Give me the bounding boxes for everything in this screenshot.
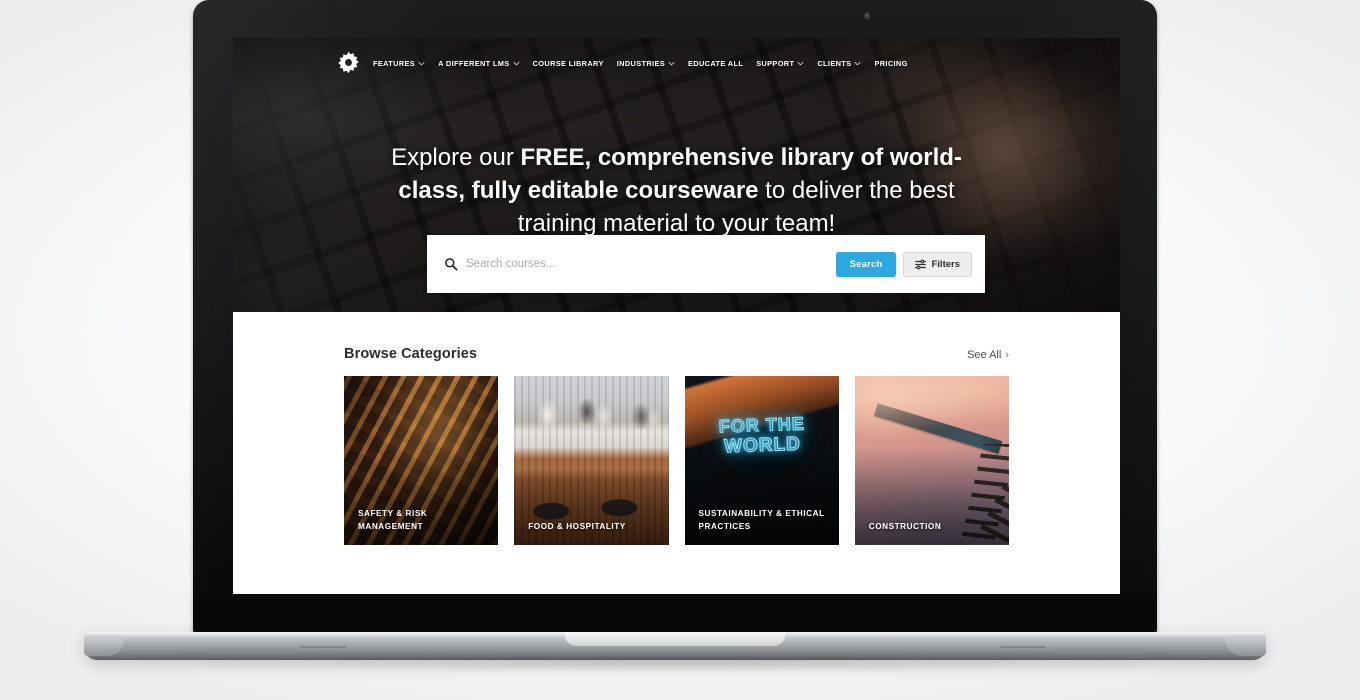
hero-headline: Explore our FREE, comprehensive library … [233, 141, 1120, 240]
category-card-food-hospitality[interactable]: FOOD & HOSPITALITY [514, 376, 669, 545]
category-card-grid: SAFETY & RISK MANAGEMENT FOOD & HOSPITAL… [344, 376, 1009, 545]
category-card-label: SAFETY & RISK MANAGEMENT [358, 509, 428, 531]
course-search-bar: Search Filters [427, 235, 985, 293]
webcam-icon [864, 12, 870, 21]
nav-label: SUPPORT [756, 58, 795, 68]
sliders-icon [915, 259, 927, 269]
category-card-construction[interactable]: CONSTRUCTION [854, 376, 1009, 545]
category-card-sustainability-ethical-practices[interactable]: FOR THE WORLD SUSTAINABILITY & ETHICAL P… [684, 376, 839, 545]
nav-label: FEATURES [373, 58, 416, 68]
chevron-down-icon [668, 61, 675, 65]
search-icon [445, 258, 458, 271]
page-title: Browse Categories [344, 346, 478, 362]
chevron-down-icon [797, 61, 804, 65]
laptop-base-notch [565, 632, 785, 646]
laptop-drop-shadow [110, 657, 1240, 671]
category-card-safety-risk-management[interactable]: SAFETY & RISK MANAGEMENT [344, 376, 499, 545]
chevron-down-icon [854, 61, 861, 65]
see-all-label: See All [967, 349, 1002, 361]
filters-button[interactable]: Filters [903, 251, 972, 277]
nav-label: INDUSTRIES [616, 58, 666, 68]
nav-item-industries[interactable]: INDUSTRIES [617, 59, 675, 68]
search-input[interactable] [466, 258, 836, 270]
nav-label: CLIENTS [817, 58, 852, 68]
screenshot-stage: FEATURES A DIFFERENT LMS COURSE LIBRARY … [0, 0, 1360, 700]
hero-section: FEATURES A DIFFERENT LMS COURSE LIBRARY … [233, 38, 1120, 312]
nav-label: EDUCATE ALL [688, 58, 744, 68]
screen-bottom-bezel [193, 594, 1157, 636]
category-card-label: FOOD & HOSPITALITY [528, 521, 626, 531]
nav-items: FEATURES A DIFFERENT LMS COURSE LIBRARY … [373, 59, 908, 68]
headline-lead: Explore our [391, 144, 521, 171]
nav-label: PRICING [874, 58, 908, 68]
search-button[interactable]: Search [835, 251, 897, 277]
nav-item-pricing[interactable]: PRICING [874, 59, 907, 68]
nav-item-a-different-lms[interactable]: A DIFFERENT LMS [438, 59, 520, 68]
nav-item-features[interactable]: FEATURES [373, 59, 425, 68]
section-header: Browse Categories See All › [344, 346, 1009, 362]
nav-label: A DIFFERENT LMS [438, 58, 510, 68]
site-navbar: FEATURES A DIFFERENT LMS COURSE LIBRARY … [233, 38, 1120, 88]
laptop-base-vent-right [1000, 646, 1046, 648]
nav-item-clients[interactable]: CLIENTS [817, 59, 861, 68]
laptop-screen: FEATURES A DIFFERENT LMS COURSE LIBRARY … [233, 38, 1120, 594]
nav-item-support[interactable]: SUPPORT [756, 59, 804, 68]
see-all-link[interactable]: See All › [967, 349, 1009, 361]
nav-label: COURSE LIBRARY [532, 58, 604, 68]
chevron-right-icon: › [1005, 349, 1009, 361]
nav-item-course-library[interactable]: COURSE LIBRARY [533, 59, 604, 68]
chevron-down-icon [513, 61, 520, 65]
category-card-label: CONSTRUCTION [868, 521, 942, 531]
laptop-base-vent-left [300, 646, 346, 648]
category-card-label: SUSTAINABILITY & ETHICAL PRACTICES [698, 509, 825, 531]
nav-item-educate-all[interactable]: EDUCATE ALL [688, 59, 743, 68]
gear-icon[interactable] [337, 51, 360, 74]
browse-categories-section: Browse Categories See All › SAFETY & RIS… [233, 312, 1120, 545]
filters-label: Filters [931, 258, 960, 270]
chevron-down-icon [418, 61, 425, 65]
